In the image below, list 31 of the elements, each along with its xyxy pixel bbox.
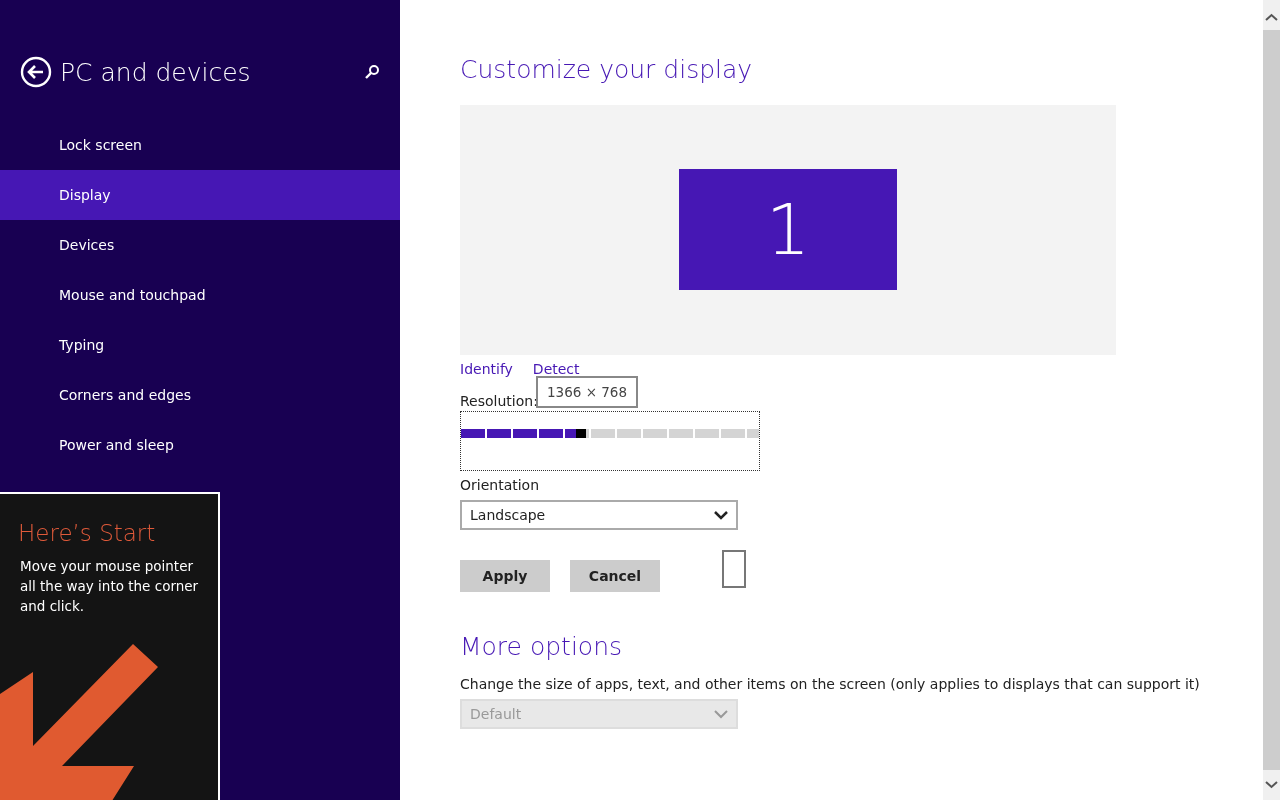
chevron-icon [714,510,728,520]
slider-thumb[interactable] [576,429,587,438]
sidebar-item[interactable]: Devices [0,220,400,270]
back-icon[interactable] [20,56,52,88]
resolution-label: Resolution: [460,393,538,409]
tip-text: Move your mouse pointer all the way into the corner and click. [20,557,200,616]
sidebar-item[interactable]: Power and sleep [0,420,400,470]
tooltip: 1366 × 768 [536,376,639,408]
monitor-tile[interactable]: 1 [679,169,897,290]
arrow-icon [0,644,160,800]
sidebar-item[interactable]: Display [0,170,400,220]
sidebar-item[interactable]: Typing [0,320,400,370]
sidebar-item[interactable]: Lock screen [0,120,400,170]
section-title: More options [460,632,623,663]
scrollbar[interactable] [1263,0,1280,800]
link[interactable]: Detect [532,361,580,377]
dialog-button[interactable]: Apply [460,560,550,592]
search-icon[interactable] [364,64,380,80]
sidebar-item[interactable]: Mouse and touchpad [0,270,400,320]
page-title: PC and devices [60,57,252,87]
orientation-label: Orientation [460,477,540,493]
chevron-icon [714,709,728,719]
sidebar-item[interactable]: Corners and edges [0,370,400,420]
size-label: Change the size of apps, text, and other items on the screen (only applies to displays that can support it) [460,676,1200,692]
resolution-slider[interactable] [460,411,760,471]
portrait-display-icon [722,550,746,588]
orientation-select[interactable]: Landscape [460,500,738,530]
tip-title: Here’s Start [18,520,157,546]
link[interactable]: Identify [460,361,513,377]
dialog-button[interactable]: Cancel [570,560,660,592]
section-title: Customize your display [460,55,754,86]
